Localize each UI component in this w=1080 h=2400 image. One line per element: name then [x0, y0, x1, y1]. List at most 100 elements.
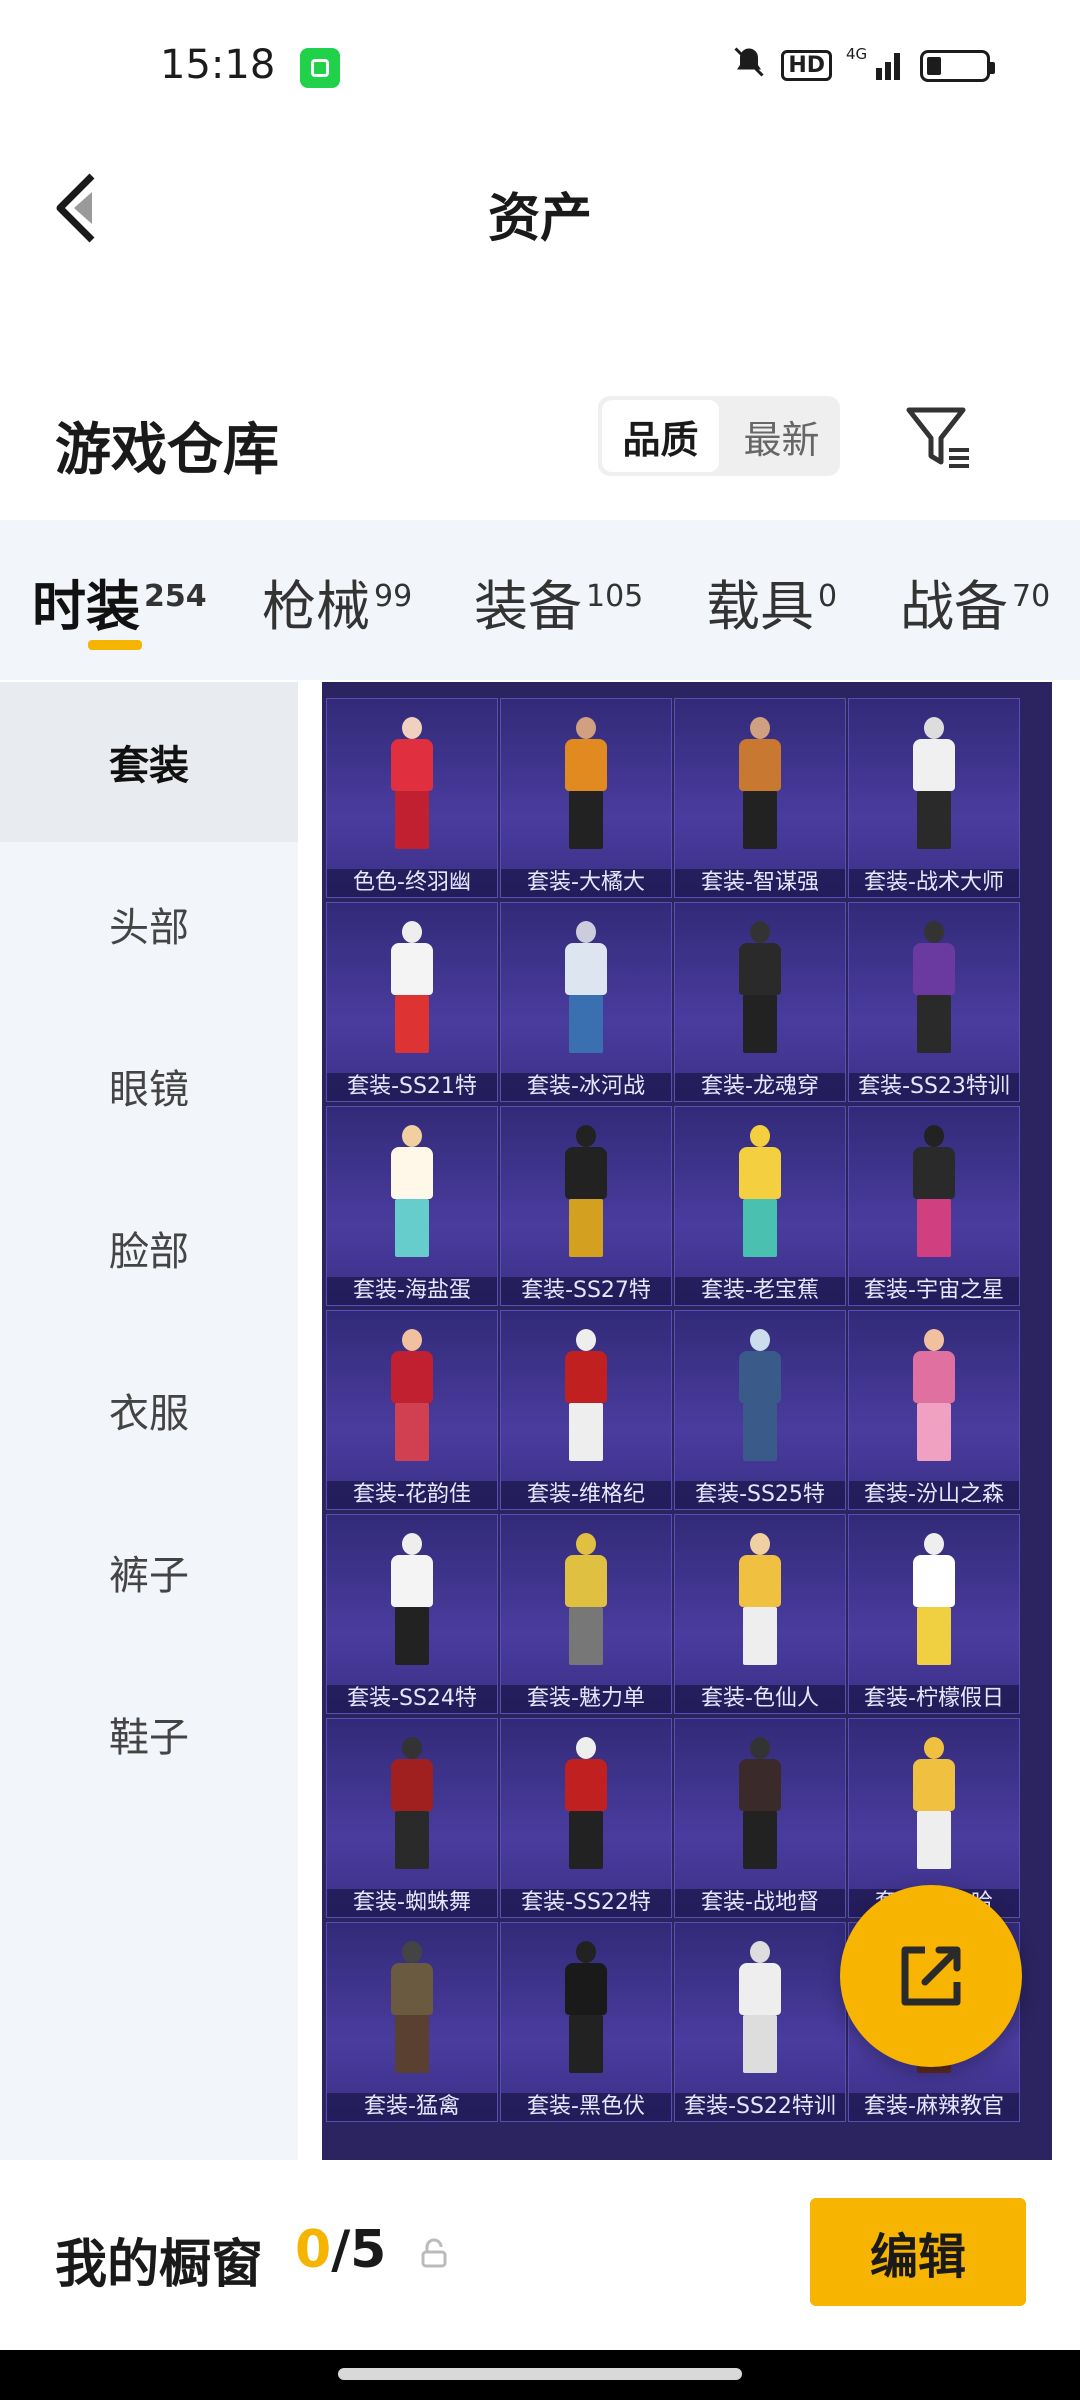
outfit-preview-image	[731, 1737, 789, 1875]
warehouse-header: 游戏仓库 品质 最新	[0, 390, 1080, 520]
outfit-card[interactable]: 套装-魅力单	[500, 1514, 672, 1714]
edit-button[interactable]: 编辑	[810, 2198, 1026, 2306]
outfit-card[interactable]: 套装-蜘蛛舞	[326, 1718, 498, 1918]
outfit-card[interactable]: 套装-冰河战	[500, 902, 672, 1102]
sidebar-item-shoes[interactable]: 鞋子	[0, 1654, 298, 1814]
lock-icon	[421, 2238, 447, 2268]
outfit-name: 套装-冰河战	[501, 1073, 671, 1101]
outfit-card[interactable]: 套装-花韵佳	[326, 1310, 498, 1510]
sort-quality-option[interactable]: 品质	[602, 400, 719, 472]
status-icons: HD 4G	[731, 44, 995, 87]
outfit-name: 色色-终羽幽	[327, 869, 497, 897]
outfit-preview-image	[905, 1329, 963, 1467]
outfit-card[interactable]: 套装-柠檬假日	[848, 1514, 1020, 1714]
sidebar-item-clothes[interactable]: 衣服	[0, 1330, 298, 1490]
share-external-icon	[901, 1946, 961, 2006]
outfit-name: 套装-龙魂穿	[675, 1073, 845, 1101]
outfit-preview-image	[557, 1329, 615, 1467]
outfit-preview-image	[731, 1329, 789, 1467]
outfit-name: 套装-大橘大	[501, 869, 671, 897]
outfit-preview-image	[383, 1329, 441, 1467]
outfit-preview-image	[905, 1125, 963, 1263]
outfit-preview-image	[731, 1125, 789, 1263]
status-time: 15:18	[160, 42, 276, 88]
warehouse-title: 游戏仓库	[55, 418, 279, 483]
sort-latest-option[interactable]: 最新	[723, 396, 840, 476]
sidebar-item-head[interactable]: 头部	[0, 844, 298, 1004]
outfit-card[interactable]: 套装-维格纪	[500, 1310, 672, 1510]
svg-text:4G: 4G	[846, 45, 867, 63]
outfit-preview-image	[557, 1737, 615, 1875]
hd-icon: HD	[781, 50, 832, 81]
sidebar-item-face[interactable]: 脸部	[0, 1168, 298, 1328]
outfit-name: 套装-魅力单	[501, 1685, 671, 1713]
system-nav-bar	[0, 2350, 1080, 2400]
outfit-preview-image	[731, 1533, 789, 1671]
home-indicator[interactable]	[338, 2368, 742, 2380]
outfit-card[interactable]: 套装-SS21特	[326, 902, 498, 1102]
outfit-name: 套装-SS22特训	[675, 2093, 845, 2121]
outfit-card[interactable]: 套装-海盐蛋	[326, 1106, 498, 1306]
showcase-title: 我的橱窗	[55, 2235, 264, 2295]
filter-button[interactable]	[905, 402, 975, 472]
outfit-preview-image	[383, 1533, 441, 1671]
outfit-preview-image	[905, 717, 963, 855]
outfit-card[interactable]: 色色-终羽幽	[326, 698, 498, 898]
filter-icon	[906, 407, 969, 468]
outfit-name: 套装-黑色伏	[501, 2093, 671, 2121]
outfit-card[interactable]: 套装-SS27特	[500, 1106, 672, 1306]
sidebar-item-suit[interactable]: 套装	[0, 682, 298, 842]
tab-firearms[interactable]: 枪械 99	[262, 562, 412, 641]
share-fab-button[interactable]	[840, 1885, 1022, 2067]
outfit-preview-image	[383, 717, 441, 855]
outfit-name: 套装-汾山之森	[849, 1481, 1019, 1509]
outfit-preview-image	[383, 1941, 441, 2079]
sidebar-item-pants[interactable]: 裤子	[0, 1492, 298, 1652]
outfit-name: 套装-智谋强	[675, 869, 845, 897]
outfit-card[interactable]: 套装-SS25特	[674, 1310, 846, 1510]
outfit-card[interactable]: 套装-色仙人	[674, 1514, 846, 1714]
outfit-name: 套装-SS25特	[675, 1481, 845, 1509]
outfit-card[interactable]: 套装-汾山之森	[848, 1310, 1020, 1510]
outfit-name: 套装-柠檬假日	[849, 1685, 1019, 1713]
signal-icon: 4G	[846, 44, 906, 87]
sidebar-item-glasses[interactable]: 眼镜	[0, 1006, 298, 1166]
subcategory-sidebar: 套装 头部 眼镜 脸部 衣服 裤子 鞋子	[0, 682, 298, 2160]
outfit-card[interactable]: 套装-战术大师	[848, 698, 1020, 898]
outfit-name: 套装-麻辣教官	[849, 2093, 1019, 2121]
outfit-name: 套装-维格纪	[501, 1481, 671, 1509]
outfit-card[interactable]: 套装-大橘大	[500, 698, 672, 898]
outfit-name: 套装-战地督	[675, 1889, 845, 1917]
outfit-preview-image	[905, 921, 963, 1059]
outfit-card[interactable]: 套装-宇宙之星	[848, 1106, 1020, 1306]
outfit-name: 套装-老宝蕉	[675, 1277, 845, 1305]
outfit-name: 套装-色仙人	[675, 1685, 845, 1713]
sort-toggle: 品质 最新	[598, 396, 840, 476]
tab-supplies[interactable]: 战备 70	[900, 562, 1050, 641]
tab-fashion[interactable]: 时装 254	[32, 562, 207, 641]
active-tab-indicator	[88, 640, 142, 650]
outfit-preview-image	[731, 717, 789, 855]
outfit-card[interactable]: 套装-SS23特训	[848, 902, 1020, 1102]
tab-vehicles[interactable]: 载具 0	[706, 562, 837, 641]
outfit-card[interactable]: 套装-战地督	[674, 1718, 846, 1918]
outfit-name: 套装-猛禽	[327, 2093, 497, 2121]
outfit-card[interactable]: 套装-SS24特	[326, 1514, 498, 1714]
outfit-card[interactable]: 套装-老宝蕉	[674, 1106, 846, 1306]
mute-bell-icon	[731, 44, 767, 87]
tab-equipment[interactable]: 装备 105	[474, 562, 643, 641]
outfit-preview-image	[557, 921, 615, 1059]
outfit-card[interactable]: 套装-猛禽	[326, 1922, 498, 2122]
outfit-card[interactable]: 套装-SS22特	[500, 1718, 672, 1918]
outfit-card[interactable]: 套装-龙魂穿	[674, 902, 846, 1102]
outfit-name: 套装-花韵佳	[327, 1481, 497, 1509]
outfit-card[interactable]: 套装-SS22特训	[674, 1922, 846, 2122]
page-header: 资产	[0, 140, 1080, 270]
outfit-name: 套装-宇宙之星	[849, 1277, 1019, 1305]
showcase-count: 0/5	[295, 2220, 387, 2280]
outfit-card[interactable]: 套装-黑色伏	[500, 1922, 672, 2122]
page-title: 资产	[487, 189, 592, 249]
outfit-preview-image	[731, 921, 789, 1059]
outfit-card[interactable]: 套装-智谋强	[674, 698, 846, 898]
battery-icon	[920, 49, 995, 82]
